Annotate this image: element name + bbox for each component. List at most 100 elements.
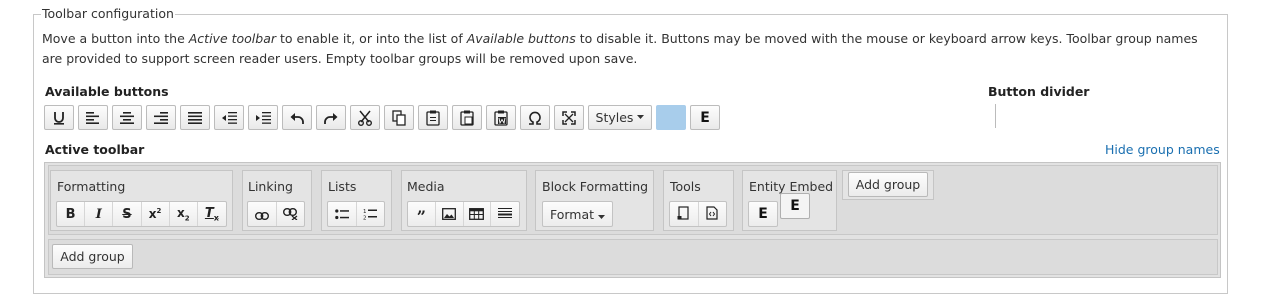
styles-dropdown[interactable]: Styles: [588, 105, 652, 130]
special-char-button[interactable]: [520, 105, 550, 130]
source-button[interactable]: [699, 202, 727, 226]
superscript-icon: x2: [148, 207, 162, 221]
align-left-button[interactable]: [78, 105, 108, 130]
underline-icon: [52, 111, 66, 125]
add-group-button-row2[interactable]: Add group: [52, 244, 133, 269]
active-toolbar-label: Active toolbar: [45, 142, 145, 157]
link-button[interactable]: [248, 202, 277, 226]
group-name-formatting: Formatting: [57, 179, 126, 194]
entity-embed-buttons: E: [748, 201, 778, 227]
redo-button[interactable]: [316, 105, 346, 130]
format-label: Format: [549, 206, 595, 222]
show-blocks-icon: [677, 205, 691, 224]
blockquote-icon: ”: [416, 207, 426, 226]
entity-embed-button[interactable]: E: [690, 105, 720, 130]
format-dropdown[interactable]: Format: [543, 202, 612, 226]
outdent-button[interactable]: [214, 105, 244, 130]
cut-icon: [358, 110, 372, 126]
paste-text-icon: [460, 110, 474, 126]
group-name-block-formatting: Block Formatting: [542, 179, 649, 194]
subscript-button[interactable]: x2: [170, 202, 198, 226]
hide-group-names-link[interactable]: Hide group names: [1105, 142, 1220, 157]
description-line-2: are provided to support screen reader us…: [42, 51, 638, 66]
maximize-button[interactable]: [554, 105, 584, 130]
outdent-icon: [221, 111, 237, 124]
entity-embed-active-button[interactable]: E: [749, 202, 777, 226]
table-button[interactable]: [464, 202, 492, 226]
strikethrough-button[interactable]: S: [113, 202, 142, 226]
strikethrough-icon: S: [122, 206, 132, 222]
svg-text:2: 2: [363, 215, 367, 220]
remove-format-icon: Tx: [204, 205, 219, 223]
image-icon: [442, 205, 457, 224]
italic-button[interactable]: I: [85, 202, 114, 226]
group-name-tools: Tools: [670, 179, 701, 194]
unlink-button[interactable]: [277, 202, 305, 226]
paste-icon: [426, 110, 440, 126]
media-buttons: ”: [407, 201, 520, 227]
unlink-icon: [282, 205, 298, 224]
paste-word-button[interactable]: [486, 105, 516, 130]
align-left-icon: [86, 111, 100, 124]
horizontal-rule-icon: [498, 205, 513, 224]
tools-buttons: [669, 201, 727, 227]
remove-format-button[interactable]: Tx: [198, 202, 226, 226]
superscript-button[interactable]: x2: [142, 202, 170, 226]
block-formatting-buttons: Format: [542, 201, 613, 227]
dragging-entity-embed-button[interactable]: E: [780, 193, 810, 219]
link-icon: [254, 205, 269, 224]
paste-button[interactable]: [418, 105, 448, 130]
align-center-icon: [120, 111, 134, 124]
redo-icon: [324, 112, 338, 124]
numbered-list-icon: 12: [363, 205, 378, 224]
copy-button[interactable]: [384, 105, 414, 130]
horizontal-rule-button[interactable]: [491, 202, 519, 226]
copy-icon: [392, 109, 406, 126]
color-swatch[interactable]: [656, 105, 686, 130]
paste-word-icon: [494, 110, 508, 126]
description-line-1: Move a button into the Active toolbar to…: [42, 31, 1198, 46]
indent-button[interactable]: [248, 105, 278, 130]
entity-embed-label: E: [700, 109, 710, 126]
image-button[interactable]: [436, 202, 464, 226]
formatting-buttons: B I S x2 x2 Tx: [56, 201, 227, 227]
justify-button[interactable]: [180, 105, 210, 130]
align-center-button[interactable]: [112, 105, 142, 130]
available-buttons-label: Available buttons: [45, 84, 169, 99]
subscript-icon: x2: [176, 205, 190, 223]
fieldset-legend: Toolbar configuration: [41, 6, 175, 21]
caret-down-icon: [598, 205, 606, 224]
bulleted-list-icon: [334, 205, 349, 224]
lists-buttons: 12: [327, 201, 385, 227]
entity-embed-active-label: E: [758, 206, 768, 222]
underline-button[interactable]: [44, 105, 74, 130]
undo-button[interactable]: [282, 105, 312, 130]
paste-text-button[interactable]: [452, 105, 482, 130]
maximize-icon: [562, 110, 576, 125]
group-name-lists: Lists: [328, 179, 357, 194]
numbered-list-button[interactable]: 12: [357, 202, 385, 226]
bold-button[interactable]: B: [57, 202, 86, 226]
table-icon: [469, 205, 485, 224]
bold-icon: B: [65, 206, 76, 222]
dragging-entity-embed-label: E: [790, 198, 800, 214]
source-icon: [706, 205, 718, 224]
blockquote-button[interactable]: ”: [408, 202, 436, 226]
button-divider-item[interactable]: [995, 104, 996, 128]
cut-button[interactable]: [350, 105, 380, 130]
group-name-entity-embed: Entity Embed: [749, 179, 834, 194]
justify-icon: [188, 111, 202, 124]
svg-text:1: 1: [363, 209, 367, 215]
toolbar-row-2: [48, 239, 1218, 275]
caret-down-icon: [637, 115, 645, 120]
bulleted-list-button[interactable]: [328, 202, 357, 226]
styles-label: Styles: [595, 110, 634, 125]
add-group-button-row1[interactable]: Add group: [848, 172, 928, 197]
linking-buttons: [247, 201, 305, 227]
align-right-button[interactable]: [146, 105, 176, 130]
align-right-icon: [154, 111, 168, 124]
button-divider-label: Button divider: [988, 84, 1090, 99]
undo-icon: [290, 112, 304, 124]
group-name-media: Media: [407, 179, 445, 194]
show-blocks-button[interactable]: [670, 202, 699, 226]
